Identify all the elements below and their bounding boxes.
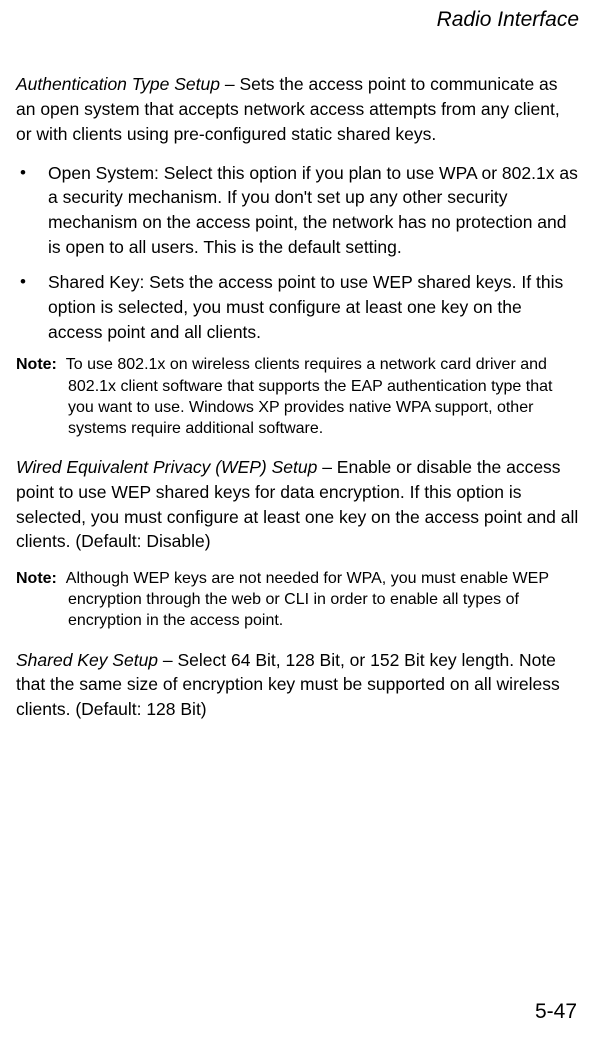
list-item: Open System: Select this option if you p… xyxy=(16,161,579,260)
note-1-label: Note: xyxy=(16,356,57,373)
list-item: Shared Key: Sets the access point to use… xyxy=(16,270,579,345)
auth-type-para: Authentication Type Setup – Sets the acc… xyxy=(16,72,579,147)
note-2: Note: Although WEP keys are not needed f… xyxy=(16,568,579,631)
header-title: Radio Interface xyxy=(437,8,579,31)
note-1: Note: To use 802.1x on wireless clients … xyxy=(16,354,579,438)
bullet-text-0: Open System: Select this option if you p… xyxy=(48,163,578,258)
page-content: Authentication Type Setup – Sets the acc… xyxy=(16,72,579,722)
page-header: Radio Interface xyxy=(16,8,579,32)
wep-lead: Wired Equivalent Privacy (WEP) Setup xyxy=(16,457,317,477)
page-number-text: 5-47 xyxy=(535,1000,577,1023)
sharedkey-lead: Shared Key Setup xyxy=(16,650,158,670)
auth-bullet-list: Open System: Select this option if you p… xyxy=(16,161,579,345)
note-2-text: Although WEP keys are not needed for WPA… xyxy=(66,570,549,629)
wep-para: Wired Equivalent Privacy (WEP) Setup – E… xyxy=(16,455,579,554)
note-2-label: Note: xyxy=(16,570,57,587)
bullet-text-1: Shared Key: Sets the access point to use… xyxy=(48,272,563,342)
page-number: 5-47 xyxy=(535,1000,577,1024)
auth-type-lead: Authentication Type Setup xyxy=(16,74,220,94)
sharedkey-para: Shared Key Setup – Select 64 Bit, 128 Bi… xyxy=(16,648,579,723)
note-1-text: To use 802.1x on wireless clients requir… xyxy=(66,356,553,436)
